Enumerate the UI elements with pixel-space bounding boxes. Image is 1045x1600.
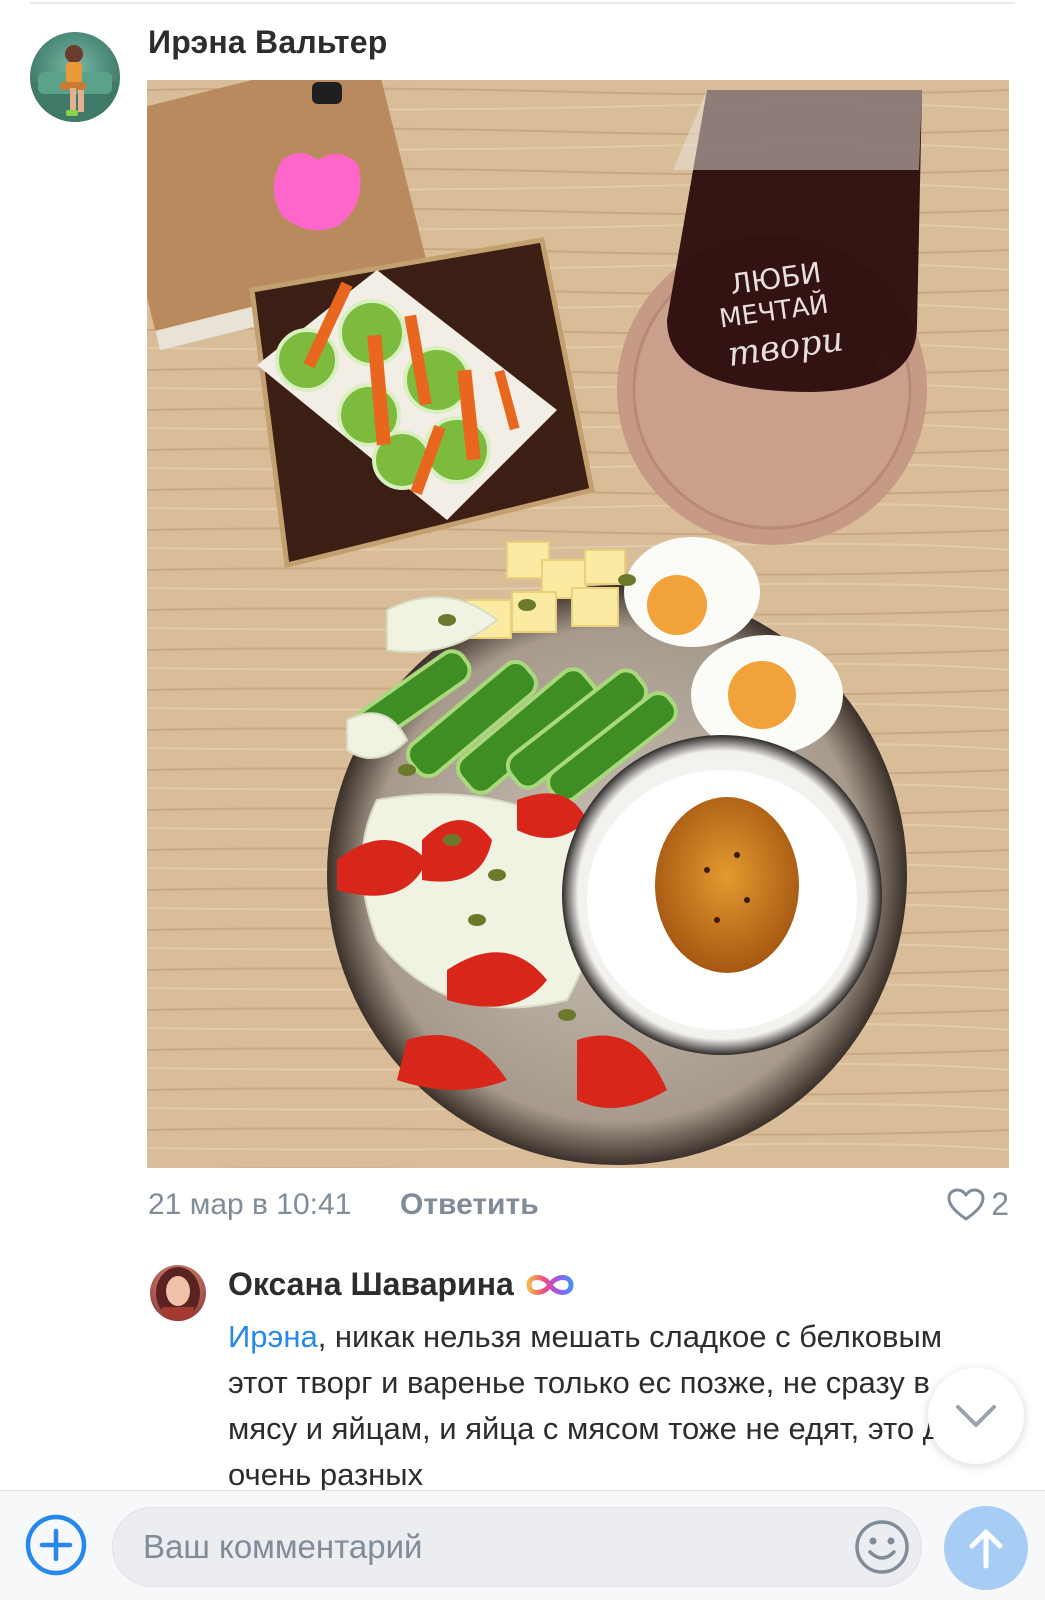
reply-author-label: Оксана Шаварина	[228, 1266, 514, 1302]
reply-body: , никак нельзя мешать сладкое с белковым…	[228, 1319, 975, 1490]
send-button[interactable]	[944, 1506, 1028, 1590]
add-attachment-button[interactable]	[24, 1513, 88, 1577]
author-avatar[interactable]	[30, 32, 120, 122]
post-author-name[interactable]: Ирэна Вальтер	[148, 24, 388, 61]
arrow-up-icon	[969, 1529, 1003, 1569]
infinity-badge-icon	[526, 1274, 574, 1295]
emoji-button[interactable]	[852, 1517, 912, 1577]
reply-text: Ирэна, никак нельзя мешать сладкое с бел…	[228, 1314, 988, 1490]
reply-button[interactable]: Ответить	[400, 1188, 539, 1222]
like-button[interactable]: 2	[947, 1186, 1009, 1223]
reply-author-avatar[interactable]	[150, 1265, 206, 1321]
comments-screen: Ирэна Вальтер ЛЮБИ МЕЧТАЙ твори 21 мар в…	[0, 0, 1045, 1600]
divider	[30, 2, 1015, 4]
like-count: 2	[991, 1186, 1009, 1222]
chevron-down-icon	[956, 1405, 996, 1427]
plus-circle-icon	[25, 1514, 87, 1576]
comment-composer	[0, 1490, 1045, 1600]
mention-link[interactable]: Ирэна	[228, 1319, 318, 1354]
post-photo[interactable]: ЛЮБИ МЕЧТАЙ твори	[147, 80, 1009, 1168]
smile-icon	[855, 1520, 909, 1574]
comment-input[interactable]	[112, 1507, 922, 1587]
scroll-down-button[interactable]	[928, 1368, 1024, 1464]
heart-icon	[947, 1188, 985, 1220]
post-date: 21 мар в 10:41	[148, 1188, 352, 1221]
reply-author-name[interactable]: Оксана Шаварина	[228, 1266, 576, 1303]
